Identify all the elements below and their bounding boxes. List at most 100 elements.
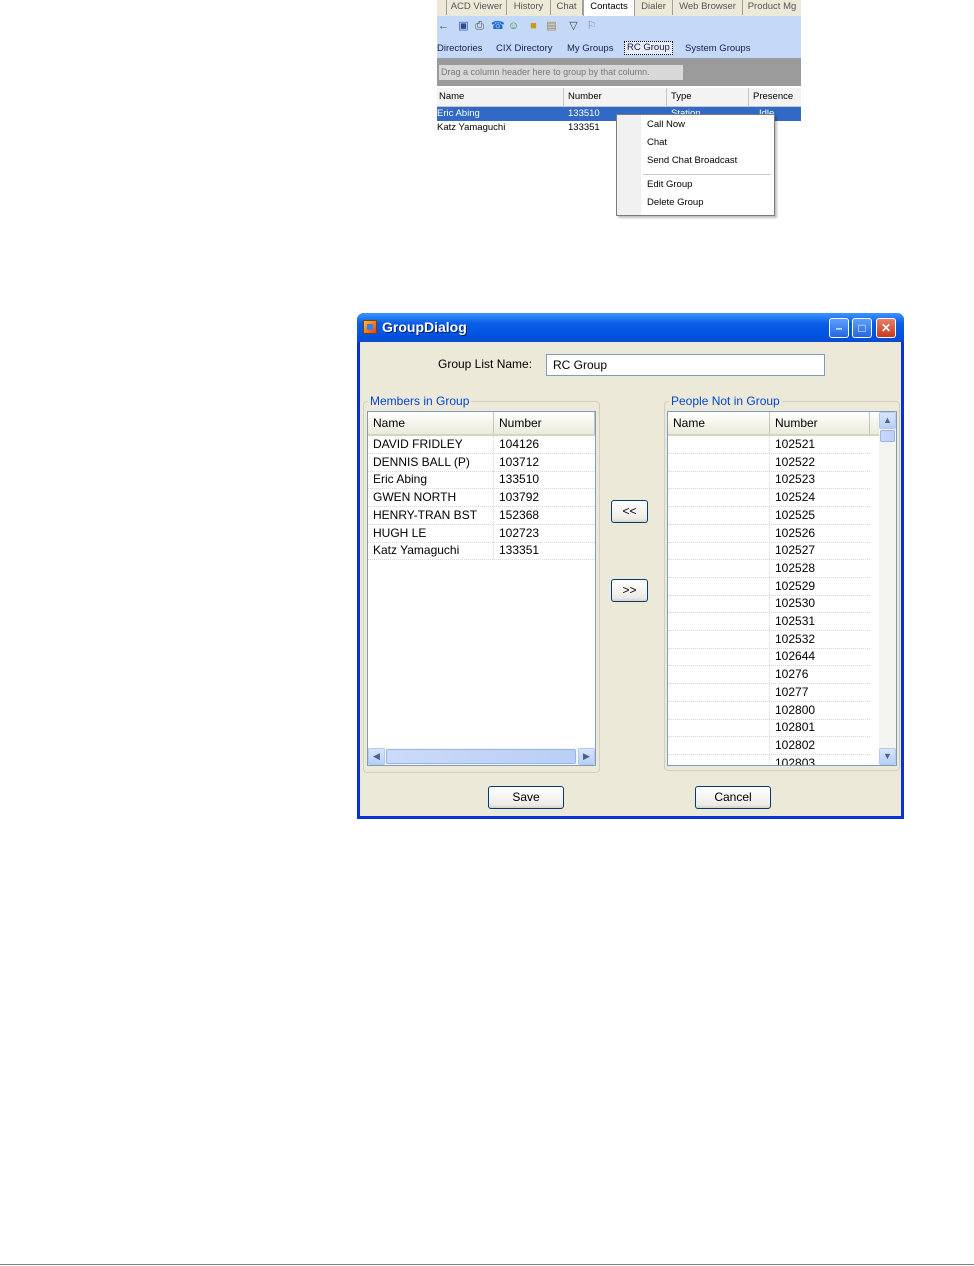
non-member-name [668, 595, 770, 613]
menu-item-edit-group[interactable]: Edit Group [647, 179, 692, 191]
tab-chat[interactable]: Chat [551, 0, 583, 15]
back-icon[interactable]: ← [437, 20, 450, 33]
tab-acd-viewer[interactable]: ACD Viewer [447, 0, 507, 15]
tab-cix-directory[interactable]: CIX Directory [496, 43, 552, 55]
edit-group-icon[interactable]: ▤ [545, 20, 558, 33]
group-list-name-input[interactable] [546, 354, 825, 376]
non-members-column-number[interactable]: Number [770, 412, 870, 434]
menu-item-delete-group[interactable]: Delete Group [647, 197, 704, 209]
scroll-down-button[interactable]: ▼ [879, 748, 896, 765]
member-row[interactable]: Eric Abing 133510 [368, 471, 595, 490]
maximize-icon: □ [858, 321, 866, 335]
minimize-button[interactable]: – [829, 318, 849, 338]
member-row[interactable]: Katz Yamaguchi 133351 [368, 542, 595, 561]
member-name: DAVID FRIDLEY [368, 436, 494, 453]
tab-web-browser[interactable]: Web Browser [673, 0, 743, 15]
non-member-row[interactable]: 102526 [668, 524, 870, 543]
tab-rc-group[interactable]: RC Group [624, 41, 673, 55]
non-member-row[interactable]: 102525 [668, 506, 870, 525]
non-member-row[interactable]: 102532 [668, 630, 870, 649]
member-row[interactable]: DAVID FRIDLEY 104126 [368, 436, 595, 454]
member-name: DENNIS BALL (P) [368, 453, 494, 471]
non-members-vertical-scroll-thumb[interactable] [880, 430, 895, 442]
members-horizontal-scrollbar[interactable]: ◀ ▶ [368, 748, 595, 765]
remove-from-group-button[interactable]: >> [611, 579, 648, 602]
tab-my-groups[interactable]: My Groups [567, 43, 613, 55]
non-member-number: 10276 [775, 667, 809, 682]
non-member-row[interactable]: 102523 [668, 471, 870, 490]
column-name[interactable]: Name [437, 88, 564, 106]
member-row[interactable]: HENRY-TRAN BST 152368 [368, 506, 595, 525]
member-number: 103712 [499, 454, 540, 469]
non-member-row[interactable]: 102802 [668, 736, 870, 755]
scroll-right-button[interactable]: ▶ [578, 748, 595, 765]
filter-icon[interactable]: ▽ [567, 20, 580, 33]
non-member-row[interactable]: 102530 [668, 595, 870, 614]
members-column-number[interactable]: Number [494, 412, 595, 434]
menu-item-call-now[interactable]: Call Now [647, 119, 685, 131]
add-group-icon[interactable]: ■ [527, 20, 540, 33]
non-member-number: 102525 [775, 507, 816, 522]
column-type[interactable]: Type [667, 88, 749, 106]
non-member-number: 102524 [775, 490, 816, 505]
non-member-name [668, 542, 770, 560]
non-member-row[interactable]: 10277 [668, 683, 870, 702]
non-member-number: 102527 [775, 543, 816, 558]
members-list-header: Name Number [368, 412, 595, 436]
non-members-column-name[interactable]: Name [668, 412, 770, 434]
non-member-row[interactable]: 102801 [668, 719, 870, 738]
save-button[interactable]: Save [488, 786, 564, 809]
non-member-number: 102800 [775, 702, 816, 717]
tab-contacts[interactable]: Contacts [583, 0, 635, 17]
contact-name: Katz Yamaguchi [437, 122, 506, 133]
page-bottom-rule [0, 1264, 974, 1265]
scroll-up-button[interactable]: ▲ [879, 412, 896, 429]
search-icon[interactable]: ⚐ [585, 20, 598, 33]
members-horizontal-scroll-thumb[interactable] [386, 749, 576, 764]
close-button[interactable]: ✕ [876, 318, 896, 338]
non-member-row[interactable]: 102521 [668, 436, 870, 454]
phone-icon[interactable]: ☎ [491, 20, 505, 33]
add-to-group-button[interactable]: << [611, 500, 648, 523]
members-column-name[interactable]: Name [368, 412, 494, 434]
non-member-row[interactable]: 102803 [668, 754, 870, 765]
save-icon[interactable]: ▣ [457, 20, 470, 33]
tab-dialer[interactable]: Dialer [635, 0, 673, 15]
non-member-row[interactable]: 102529 [668, 577, 870, 596]
contact-number: 133351 [568, 122, 600, 133]
member-row[interactable]: GWEN NORTH 103792 [368, 489, 595, 508]
non-member-row[interactable]: 102522 [668, 453, 870, 472]
non-members-vertical-scrollbar[interactable]: ▲ ▼ [879, 412, 896, 765]
non-member-row[interactable]: 102528 [668, 559, 870, 578]
tab-system-groups[interactable]: System Groups [685, 43, 750, 55]
print-icon[interactable]: ⎙ [473, 20, 486, 33]
member-row[interactable]: DENNIS BALL (P) 103712 [368, 453, 595, 472]
column-presence[interactable]: Presence S [749, 88, 801, 120]
non-members-list[interactable]: Name Number 102521 102522 102523 102524 1025… [667, 411, 897, 766]
members-list[interactable]: Name Number DAVID FRIDLEY 104126 DENNIS BA… [367, 411, 596, 766]
non-member-name [668, 736, 770, 754]
column-number[interactable]: Number [564, 88, 667, 106]
non-member-row[interactable]: 102531 [668, 613, 870, 631]
cancel-button[interactable]: Cancel [695, 786, 771, 809]
scroll-down-icon: ▼ [883, 751, 892, 761]
non-member-row[interactable]: 10276 [668, 666, 870, 685]
dialog-title-bar[interactable]: GroupDialog – □ ✕ [357, 313, 904, 342]
scroll-left-button[interactable]: ◀ [368, 748, 385, 765]
tab-history[interactable]: History [507, 0, 551, 15]
member-number: 133510 [499, 472, 540, 487]
tab-product-mgr[interactable]: Product Mg [743, 0, 801, 15]
tab-directories[interactable]: Directories [437, 43, 482, 55]
non-member-name [668, 719, 770, 737]
contacts-toolbar: ← ▣ ⎙ ☎ ☺ ■ ▤ ▽ ⚐ Directories CIX Direct… [437, 16, 801, 58]
person-icon[interactable]: ☺ [507, 20, 520, 33]
member-row[interactable]: HUGH LE 102723 [368, 524, 595, 543]
non-member-row[interactable]: 102644 [668, 648, 870, 667]
menu-item-send-chat-broadcast[interactable]: Send Chat Broadcast [647, 155, 737, 167]
maximize-button[interactable]: □ [852, 318, 872, 338]
non-member-row[interactable]: 102524 [668, 489, 870, 508]
non-member-row[interactable]: 102527 [668, 542, 870, 561]
tab-partial[interactable] [437, 0, 447, 15]
menu-item-chat[interactable]: Chat [647, 137, 667, 149]
non-member-row[interactable]: 102800 [668, 701, 870, 720]
